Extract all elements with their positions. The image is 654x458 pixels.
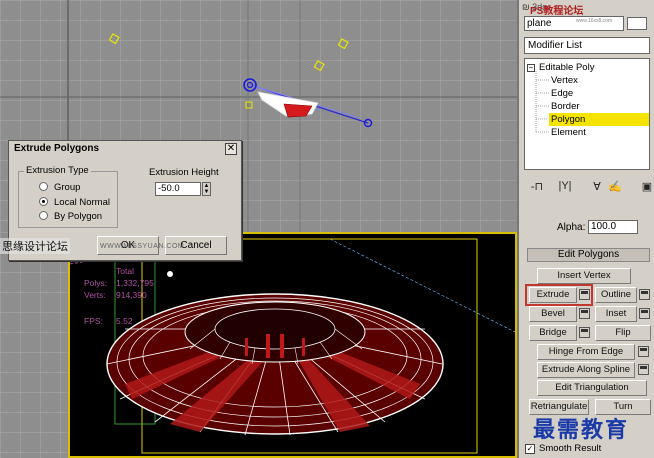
smooth-result-checkbox[interactable]: ✓ bbox=[525, 444, 535, 454]
make-unique-icon[interactable]: ∀ bbox=[590, 180, 604, 193]
extrusion-height-label: Extrusion Height bbox=[149, 167, 219, 178]
3dsmax-screen: Total Polys: 1,332,795 Verts: 914,390 FP… bbox=[0, 0, 654, 458]
hud-total-label: Total bbox=[116, 266, 134, 276]
stack-item-element[interactable]: Element bbox=[551, 126, 647, 139]
hud-polys-label: Polys: bbox=[84, 278, 108, 288]
zuixu-watermark: 最需教育 bbox=[533, 417, 630, 443]
modifier-list-dropdown[interactable]: Modifier List bbox=[524, 37, 650, 54]
hinge-from-edge-button[interactable]: Hinge From Edge bbox=[537, 344, 635, 360]
extrude-along-spline-settings-icon[interactable] bbox=[638, 364, 649, 375]
left-viewport-strip bbox=[0, 232, 68, 458]
ps-site-url-watermark: www.16xx8.com bbox=[576, 18, 613, 24]
modifier-stack: − Editable Poly Vertex Edge Border Polygo… bbox=[524, 58, 650, 170]
hud-fps-label: FPS: bbox=[84, 316, 103, 326]
radio-icon bbox=[39, 211, 48, 220]
object-color-swatch[interactable] bbox=[627, 17, 647, 30]
edit-triangulation-button[interactable]: Edit Triangulation bbox=[537, 380, 647, 396]
extrude-highlight bbox=[525, 284, 593, 306]
perspective-viewport[interactable] bbox=[68, 232, 517, 458]
inset-settings-icon[interactable] bbox=[639, 308, 650, 319]
extrusion-type-label: Extrusion Type bbox=[24, 165, 91, 176]
configure-sets-icon[interactable]: ▣ bbox=[640, 180, 654, 193]
hud-verts-value: 914,390 bbox=[116, 290, 147, 300]
edit-polygons-rollout[interactable]: Edit Polygons bbox=[527, 248, 650, 262]
smooth-result-label: Smooth Result bbox=[539, 443, 602, 454]
close-icon[interactable]: ✕ bbox=[225, 143, 237, 155]
flip-button[interactable]: Flip bbox=[595, 325, 651, 341]
bridge-settings-icon[interactable] bbox=[579, 327, 590, 338]
extrusion-height-input[interactable]: -50.0 bbox=[155, 182, 201, 196]
hud-fps-value: 5.52 bbox=[116, 316, 133, 326]
ps-site-watermark: PS教程论坛 bbox=[530, 6, 584, 17]
radio-by-polygon[interactable]: By Polygon bbox=[39, 211, 102, 222]
pin-stack-icon[interactable]: -⊓ bbox=[530, 180, 544, 193]
extrusion-height-spinner[interactable]: ▲ ▼ bbox=[202, 182, 211, 196]
spin-down-icon[interactable]: ▼ bbox=[203, 189, 210, 195]
outline-button[interactable]: Outline bbox=[595, 287, 637, 303]
stack-toolbar: -⊓ |Y| ∀ ✍ ▣ bbox=[524, 180, 652, 196]
hud-polys-value: 1,332,795 bbox=[116, 278, 154, 288]
dialog-title: Extrude Polygons bbox=[9, 141, 241, 157]
stack-item-vertex[interactable]: Vertex bbox=[551, 74, 647, 87]
stack-item-polygon[interactable]: Polygon bbox=[549, 113, 649, 126]
bridge-button[interactable]: Bridge bbox=[529, 325, 577, 341]
bevel-button[interactable]: Bevel bbox=[529, 306, 577, 322]
forum-watermark: 思缘设计论坛 bbox=[0, 238, 70, 254]
command-panel: ₪ 3ds plane Modifier List − Editable Poly… bbox=[517, 0, 654, 458]
stack-tree-lines bbox=[535, 71, 549, 133]
hinge-settings-icon[interactable] bbox=[638, 346, 649, 357]
radio-local-normal[interactable]: Local Normal bbox=[39, 197, 110, 208]
insert-vertex-button[interactable]: Insert Vertex bbox=[537, 268, 631, 284]
radio-group[interactable]: Group bbox=[39, 182, 80, 193]
stack-item-edge[interactable]: Edge bbox=[551, 87, 647, 100]
radio-selected-icon bbox=[39, 197, 48, 206]
bevel-settings-icon[interactable] bbox=[579, 308, 590, 319]
remove-modifier-icon[interactable]: ✍ bbox=[608, 180, 622, 193]
missyuan-watermark: WWW.MISSYUAN.COM bbox=[100, 243, 185, 250]
radio-icon bbox=[39, 182, 48, 191]
inset-button[interactable]: Inset bbox=[595, 306, 637, 322]
alpha-label: Alpha: bbox=[557, 222, 586, 233]
hud-verts-label: Verts: bbox=[84, 290, 106, 300]
outline-settings-icon[interactable] bbox=[639, 289, 650, 300]
alpha-input[interactable]: 100.0 bbox=[588, 220, 638, 234]
stack-item-border[interactable]: Border bbox=[551, 100, 647, 113]
extrude-along-spline-button[interactable]: Extrude Along Spline bbox=[537, 362, 635, 378]
mesh-render bbox=[70, 238, 515, 454]
show-end-result-icon[interactable]: |Y| bbox=[558, 180, 572, 192]
